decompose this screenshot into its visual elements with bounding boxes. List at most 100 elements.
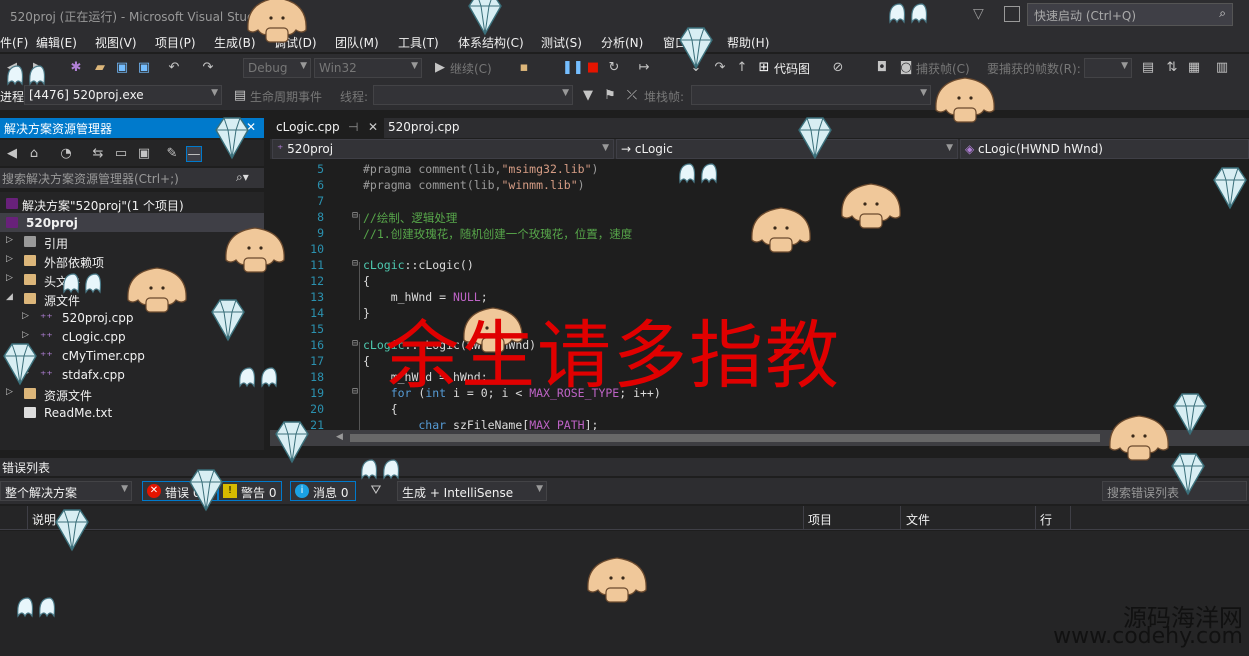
- code-map-icon[interactable]: ⊞: [756, 60, 772, 76]
- fold-toggle-icon[interactable]: ⊟: [352, 210, 358, 221]
- tree-item-label: 520proj.cpp: [62, 311, 134, 325]
- camera-icon[interactable]: ◘: [874, 60, 890, 76]
- code-line[interactable]: 20 {: [270, 402, 1249, 418]
- format-icon[interactable]: ▦: [1186, 60, 1202, 76]
- menu-test[interactable]: 测试(S): [541, 34, 582, 51]
- tree-item-solution[interactable]: 解决方案"520proj"(1 个项目): [0, 194, 264, 213]
- scope-nav-select[interactable]: → cLogic ▼: [616, 139, 958, 159]
- diamond-sprite: [0, 342, 40, 389]
- capture-frame-icon[interactable]: ◙: [898, 60, 914, 76]
- code-map-button[interactable]: 代码图: [774, 60, 810, 77]
- redo-icon[interactable]: ↷: [200, 60, 216, 76]
- tree-item-readme[interactable]: ReadMe.txt: [0, 403, 264, 422]
- code-text: }: [363, 306, 370, 320]
- arrow-right-icon: →: [621, 142, 635, 156]
- tab-520proj[interactable]: 520proj.cpp: [382, 118, 472, 138]
- code-text: #pragma comment(lib,"msimg32.lib"): [363, 162, 598, 176]
- pin-icon[interactable]: ⊣: [348, 120, 358, 134]
- lifecycle-events-button[interactable]: 生命周期事件: [250, 88, 322, 105]
- collapse-all-icon[interactable]: ▭: [113, 146, 129, 162]
- messages-filter-button[interactable]: i 消息 0: [290, 481, 356, 501]
- home-icon[interactable]: ⌂: [26, 146, 42, 162]
- menu-project[interactable]: 项目(P): [155, 34, 196, 51]
- solution-explorer-search[interactable]: 搜索解决方案资源管理器(Ctrl+;) ⌕▾: [0, 168, 264, 188]
- frames-count-input[interactable]: ▼: [1084, 58, 1132, 78]
- menu-help[interactable]: 帮助(H): [727, 34, 769, 51]
- debug-target-icon[interactable]: ▪: [516, 60, 532, 76]
- filter-icon[interactable]: ▽: [973, 6, 989, 22]
- menu-team[interactable]: 团队(M): [335, 34, 379, 51]
- show-all-files-icon[interactable]: ▣: [136, 146, 152, 162]
- code-line[interactable]: 5 #pragma comment(lib,"msimg32.lib"): [270, 162, 1249, 178]
- code-line[interactable]: 12 {: [270, 274, 1249, 290]
- menu-edit[interactable]: 编辑(E): [36, 34, 77, 51]
- restart-icon[interactable]: ↻: [606, 60, 622, 76]
- scrollbar-thumb[interactable]: [350, 434, 1100, 442]
- scope-select[interactable]: 整个解决方案 ▼: [0, 481, 132, 501]
- preview-icon[interactable]: —: [186, 146, 202, 162]
- history-icon[interactable]: ◔: [58, 146, 74, 162]
- lifecycle-icon[interactable]: ▤: [232, 88, 248, 104]
- expand-icon[interactable]: ▷: [6, 235, 13, 245]
- tree-item-label: stdafx.cpp: [62, 368, 125, 382]
- expand-icon[interactable]: ▷: [6, 273, 13, 283]
- tree-item-label: 资源文件: [44, 389, 93, 403]
- debug-location-toolbar: 进程: [4476] 520proj.exe ▼ ▤ 生命周期事件 线程: ▼ ▼…: [0, 82, 1249, 110]
- expand-icon[interactable]: ▷: [22, 330, 29, 340]
- code-line[interactable]: 6 #pragma comment(lib,"winmm.lib"): [270, 178, 1249, 194]
- diagnostics-icon[interactable]: ▤: [1140, 60, 1156, 76]
- flag-icon[interactable]: ⚑: [602, 88, 618, 104]
- continue-button[interactable]: 继续(C): [450, 60, 492, 77]
- column-project[interactable]: 项目: [808, 511, 832, 528]
- play-icon[interactable]: ▶: [432, 60, 448, 76]
- column-line[interactable]: 行: [1040, 511, 1052, 528]
- member-nav-select[interactable]: ◈ cLogic(HWND hWnd): [960, 139, 1249, 159]
- step-out-icon[interactable]: ↑: [734, 60, 750, 76]
- notification-icon[interactable]: [1004, 6, 1020, 22]
- close-icon[interactable]: ✕: [368, 120, 378, 134]
- collapse-icon[interactable]: ◢: [6, 292, 13, 302]
- new-project-icon[interactable]: ✱: [68, 60, 84, 76]
- fold-toggle-icon[interactable]: ⊟: [352, 386, 358, 397]
- code-line[interactable]: 11 ⊟ cLogic::cLogic(): [270, 258, 1249, 274]
- code-line[interactable]: 21 char szFileName[MAX_PATH];: [270, 418, 1249, 430]
- undo-icon[interactable]: ↶: [166, 60, 182, 76]
- stack-frame-select[interactable]: ▼: [691, 85, 931, 105]
- menu-file[interactable]: 件(F): [0, 34, 28, 51]
- platform-select[interactable]: Win32 ▼: [314, 58, 422, 78]
- build-filter-select[interactable]: 生成 + IntelliSense ▼: [397, 481, 547, 501]
- fold-toggle-icon[interactable]: ⊟: [352, 258, 358, 269]
- filter-icon[interactable]: ▼: [580, 88, 596, 104]
- editor-horizontal-scrollbar[interactable]: ◀: [270, 430, 1249, 446]
- scroll-left-icon[interactable]: ◀: [336, 432, 343, 442]
- properties-icon[interactable]: ✎: [164, 146, 180, 162]
- configuration-select[interactable]: Debug ▼: [243, 58, 311, 78]
- filter-icon[interactable]: ⛛: [368, 483, 384, 499]
- warnings-filter-button[interactable]: ! 警告 0: [218, 481, 282, 501]
- column-file[interactable]: 文件: [906, 511, 930, 528]
- stop-icon[interactable]: ■: [585, 60, 601, 76]
- layout-icon[interactable]: ⇅: [1164, 60, 1180, 76]
- expand-icon[interactable]: ▷: [22, 311, 29, 321]
- expand-icon[interactable]: ▷: [6, 254, 13, 264]
- pause-icon[interactable]: ❚❚: [562, 60, 584, 76]
- save-icon[interactable]: ▣: [114, 60, 130, 76]
- menu-tools[interactable]: 工具(T): [398, 34, 439, 51]
- save-all-icon[interactable]: ▣: [136, 60, 152, 76]
- menu-view[interactable]: 视图(V): [95, 34, 137, 51]
- thread-select[interactable]: ▼: [373, 85, 573, 105]
- menu-analyze[interactable]: 分析(N): [601, 34, 643, 51]
- toggle-icon[interactable]: ⤫: [624, 88, 640, 104]
- tab-clogic[interactable]: cLogic.cpp ⊣ ✕: [270, 118, 384, 138]
- fold-toggle-icon[interactable]: ⊟: [352, 338, 358, 349]
- quick-launch-input[interactable]: 快速启动 (Ctrl+Q) ⌕: [1027, 3, 1233, 26]
- comment-icon[interactable]: ▥: [1214, 60, 1230, 76]
- configuration-value: Debug: [248, 61, 288, 75]
- project-nav-select[interactable]: ⁺ 520proj ▼: [272, 139, 614, 159]
- sync-icon[interactable]: ⇆: [90, 146, 106, 162]
- show-next-statement-icon[interactable]: ↦: [636, 60, 652, 76]
- process-select[interactable]: [4476] 520proj.exe ▼: [24, 85, 222, 105]
- open-folder-icon[interactable]: ▰: [92, 60, 108, 76]
- back-icon[interactable]: ◀: [4, 146, 20, 162]
- breakpoint-icon[interactable]: ⊘: [830, 60, 846, 76]
